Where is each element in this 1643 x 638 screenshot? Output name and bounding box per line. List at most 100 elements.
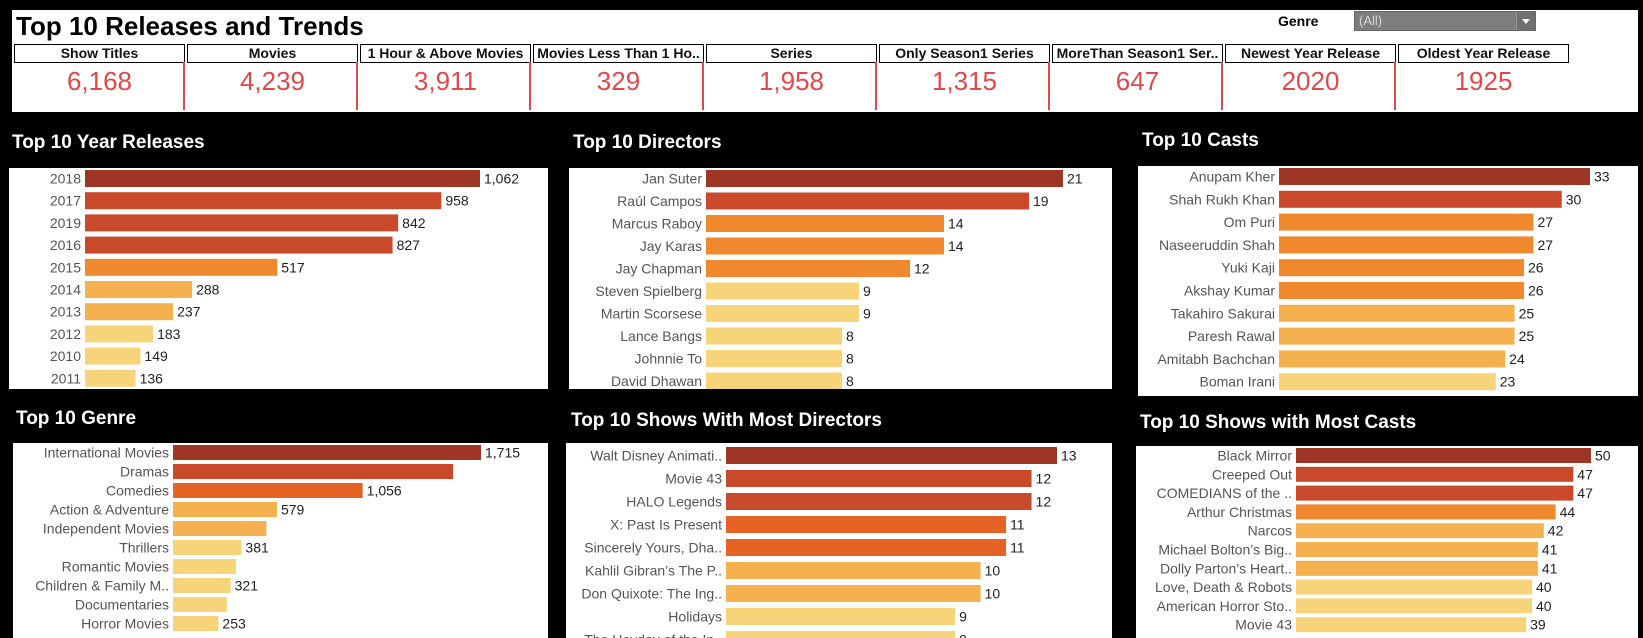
- value-label: 23: [1500, 374, 1516, 390]
- bar[interactable]: [173, 464, 454, 479]
- value-label: 12: [1036, 471, 1052, 487]
- bar[interactable]: [706, 372, 842, 390]
- bar[interactable]: [1279, 190, 1562, 208]
- bar[interactable]: [1279, 373, 1496, 391]
- category-label: Love, Death & Robots: [1155, 579, 1292, 595]
- bar[interactable]: [706, 192, 1029, 210]
- bar[interactable]: [1296, 485, 1574, 501]
- value-label: 14: [948, 216, 964, 232]
- bar[interactable]: [1296, 542, 1538, 557]
- bar[interactable]: [85, 369, 136, 387]
- bar[interactable]: [706, 282, 859, 300]
- value-label: 14: [948, 238, 964, 254]
- category-label: Black Mirror: [1217, 448, 1292, 464]
- bar[interactable]: [1279, 168, 1590, 185]
- bar[interactable]: [85, 258, 278, 276]
- genre-filter-dropdown[interactable]: (All): [1354, 11, 1536, 31]
- chevron-down-icon[interactable]: [1516, 12, 1535, 30]
- category-label: HALO Legends: [626, 494, 722, 510]
- value-label: 8: [846, 351, 854, 367]
- bar[interactable]: [1296, 466, 1574, 482]
- bar[interactable]: [726, 631, 956, 638]
- category-label: 2014: [50, 282, 81, 298]
- bar[interactable]: [85, 192, 442, 210]
- category-label: Amitabh Bachchan: [1157, 351, 1275, 367]
- bar[interactable]: [1296, 560, 1538, 576]
- value-label: 253: [222, 616, 246, 632]
- kpi-label: Movies: [187, 44, 358, 63]
- category-label: Horror Movies: [81, 616, 169, 632]
- kpi-season1-series: Only Season1 Series 1,315: [879, 42, 1050, 112]
- kpi-series: Series 1,958: [706, 42, 877, 112]
- bar[interactable]: [1296, 598, 1532, 614]
- category-label: Action & Adventure: [50, 502, 169, 518]
- bar[interactable]: [85, 325, 154, 343]
- bar[interactable]: [706, 350, 842, 367]
- bar[interactable]: [173, 445, 481, 460]
- bar[interactable]: [173, 559, 236, 574]
- value-label: 8: [846, 373, 854, 389]
- value-label: 40: [1536, 598, 1552, 614]
- bar[interactable]: [706, 170, 1063, 187]
- category-label: Takahiro Sakurai: [1171, 305, 1275, 321]
- bar[interactable]: [1279, 304, 1515, 322]
- bar[interactable]: [173, 521, 267, 536]
- bar[interactable]: [726, 516, 1007, 533]
- bar[interactable]: [85, 170, 480, 187]
- bar[interactable]: [85, 214, 399, 232]
- kpi-value: 1,315: [931, 66, 998, 96]
- bar[interactable]: [1296, 504, 1556, 520]
- bar[interactable]: [726, 493, 1032, 510]
- bar[interactable]: [173, 502, 277, 517]
- bar[interactable]: [1279, 327, 1515, 345]
- bar[interactable]: [1279, 213, 1534, 231]
- value-label: 827: [397, 237, 421, 253]
- bar[interactable]: [85, 347, 141, 365]
- bar[interactable]: [1296, 523, 1544, 539]
- category-label: Children & Family M..: [35, 578, 169, 594]
- category-label: Dramas: [120, 464, 169, 480]
- category-label: 2018: [50, 171, 81, 187]
- kpi-divider: [702, 62, 704, 110]
- value-label: 9: [863, 306, 871, 322]
- bar[interactable]: [706, 327, 842, 345]
- bar[interactable]: [726, 585, 981, 602]
- bar[interactable]: [706, 215, 944, 232]
- chart-title-directors: Top 10 Directors: [573, 132, 722, 153]
- bar[interactable]: [726, 447, 1057, 464]
- chart-title-genre: Top 10 Genre: [16, 408, 137, 429]
- bar[interactable]: [706, 305, 859, 322]
- bar[interactable]: [173, 578, 231, 593]
- category-label: Raúl Campos: [617, 193, 702, 209]
- chart-directors: Jan Suter 21 Raúl Campos 19 Marcus Raboy 14 Ja…: [569, 168, 1112, 389]
- value-label: 21: [1067, 171, 1083, 187]
- bar[interactable]: [85, 281, 193, 298]
- bar[interactable]: [726, 608, 956, 625]
- chart-casts: Anupam Kher 33 Shah Rukh Khan 30 Om Puri 27 Na…: [1138, 166, 1638, 396]
- bar[interactable]: [1296, 579, 1532, 595]
- bar[interactable]: [726, 470, 1032, 487]
- bar[interactable]: [1279, 236, 1534, 254]
- bar[interactable]: [1279, 259, 1525, 277]
- bar[interactable]: [1279, 282, 1525, 299]
- bar[interactable]: [726, 539, 1007, 556]
- bar[interactable]: [1296, 448, 1591, 463]
- bar[interactable]: [173, 483, 363, 498]
- kpi-oldest-year: Oldest Year Release 1925: [1398, 42, 1569, 112]
- category-label: Romantic Movies: [62, 559, 169, 575]
- bar[interactable]: [173, 616, 219, 631]
- bar[interactable]: [85, 236, 393, 254]
- bar[interactable]: [173, 597, 227, 612]
- bar[interactable]: [706, 260, 910, 277]
- category-label: Lance Bangs: [620, 328, 702, 344]
- bar[interactable]: [1296, 617, 1527, 633]
- chart-years: 2018 1,062 2017 958 2019 842 2016 827 2015 517 201…: [9, 168, 548, 389]
- kpi-short-movies: Movies Less Than 1 Ho.. 329: [533, 42, 704, 112]
- bar[interactable]: [726, 562, 981, 579]
- bar[interactable]: [85, 303, 174, 321]
- bar[interactable]: [173, 540, 242, 555]
- category-label: Marcus Raboy: [612, 216, 702, 232]
- bar[interactable]: [1279, 350, 1506, 368]
- category-label: Boman Irani: [1200, 374, 1275, 390]
- bar[interactable]: [706, 237, 944, 255]
